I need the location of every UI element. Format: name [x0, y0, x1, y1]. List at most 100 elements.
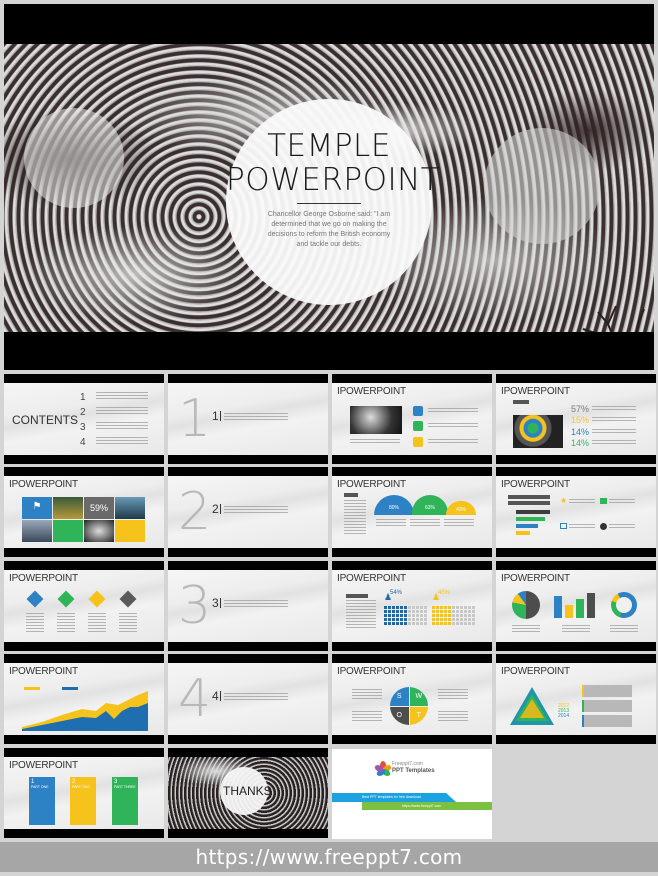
person-cell [416, 606, 419, 609]
donut-chart [611, 592, 637, 618]
slide-title: IPOWERPOINT [9, 666, 78, 677]
slide-title: IPOWERPOINT [501, 386, 570, 397]
person-cell [468, 622, 471, 625]
person-cell [408, 618, 411, 621]
slide-thumb-swot[interactable]: IPOWERPOINT S W O T [332, 654, 492, 744]
slide-thumb-area-chart[interactable]: IPOWERPOINT [4, 654, 164, 744]
person-cell [416, 614, 419, 617]
text-here-tag [344, 493, 358, 497]
area-chart [22, 691, 148, 731]
slide-thumb-map-stats[interactable]: IPOWERPOINT 57% 15% 14% 14% [496, 374, 656, 464]
slide-title: IPOWERPOINT [501, 479, 570, 490]
person-cell [408, 622, 411, 625]
people-grid-blue [384, 606, 427, 625]
slide-thumb-contents[interactable]: CONTENTS 1 2 3 4 [4, 374, 164, 464]
placeholder-text [224, 693, 288, 700]
percent-tile: 59% [84, 497, 114, 519]
person-cell [432, 622, 435, 625]
person-cell [420, 606, 423, 609]
pyramid-chart [510, 687, 554, 725]
person-cell [424, 618, 427, 621]
person-cell [400, 622, 403, 625]
slide-thumb-pyramid[interactable]: IPOWERPOINT 2012 2013 2014 [496, 654, 656, 744]
person-cell [396, 606, 399, 609]
slide-thumb-bars[interactable]: IPOWERPOINT ★ [496, 467, 656, 557]
person-cell [420, 618, 423, 621]
section-big-number: 2 [178, 482, 212, 542]
promo-slide[interactable]: Freeppt7.com PPT Templates Best PPT temp… [332, 749, 492, 839]
person-cell [416, 622, 419, 625]
person-cell [456, 606, 459, 609]
column-3 [576, 599, 584, 618]
person-cell [468, 614, 471, 617]
section-small-number: 2 [212, 502, 219, 516]
person-cell [432, 606, 435, 609]
person-cell [420, 610, 423, 613]
person-cell [404, 614, 407, 617]
url-banner[interactable]: https://www.freeppt7.com [362, 802, 492, 810]
mail-icon [413, 406, 423, 416]
year-label: 2014 [558, 713, 570, 719]
slide-thumb-section-3[interactable]: 3 3 [168, 561, 328, 651]
person-cell [388, 618, 391, 621]
part-card-2: 2 PART TWO [70, 777, 96, 825]
section-big-number: 4 [178, 669, 212, 729]
people-percent-2: 45% [438, 590, 451, 596]
template-preview: TEMPLE POWERPOINT Chancellor George Osbo… [0, 0, 658, 876]
person-cell [396, 614, 399, 617]
placeholder-text [119, 613, 137, 633]
slide-thumb-parts[interactable]: IPOWERPOINT 1 PART ONE 2 PART TWO 3 PART… [4, 748, 164, 838]
contents-numbers: 1 2 3 4 [80, 390, 86, 450]
footer-url-bar[interactable]: https://www.freeppt7.com [0, 842, 658, 872]
slide-thumb-diamonds[interactable]: IPOWERPOINT [4, 561, 164, 651]
hero-title-line2: POWERPOINT [226, 162, 441, 198]
stat-value: 15% [571, 415, 590, 425]
person-cell [468, 618, 471, 621]
thanks-title: THANKS [223, 784, 272, 798]
placeholder-text [96, 407, 148, 414]
people-percent-1: 54% [390, 590, 403, 596]
decorative-circle [24, 108, 124, 208]
slide-thumb-people-grid[interactable]: IPOWERPOINT ♟ 54% ♟ 45% [332, 561, 492, 651]
placeholder-text [352, 689, 382, 699]
title-slide-preview[interactable]: TEMPLE POWERPOINT Chancellor George Osbo… [4, 4, 654, 370]
person-cell [468, 606, 471, 609]
slide-thumb-semicircles[interactable]: IPOWERPOINT 80% 63% 43% [332, 467, 492, 557]
placeholder-text [376, 519, 406, 527]
slide-title: IPOWERPOINT [9, 479, 78, 490]
person-cell [448, 622, 451, 625]
slide-thumb-chart-trio[interactable]: IPOWERPOINT [496, 561, 656, 651]
person-cell [460, 622, 463, 625]
monitor-icon [560, 523, 567, 529]
person-cell [460, 614, 463, 617]
coast-photo [115, 497, 145, 519]
slide-thumb-services[interactable]: IPOWERPOINT [332, 374, 492, 464]
footer-url[interactable]: https://www.freeppt7.com [196, 845, 463, 869]
brand-name: Freeppt7.com [392, 761, 423, 767]
hero-bottom-bar [4, 332, 654, 370]
bar-2 [516, 517, 545, 521]
person-cell [412, 610, 415, 613]
person-cell [416, 618, 419, 621]
slide-thumb-thanks[interactable]: THANKS [168, 748, 328, 838]
placeholder-text [609, 499, 635, 505]
placeholder-text [512, 625, 540, 633]
slide-thumb-tiles[interactable]: IPOWERPOINT ⚑ 59% [4, 467, 164, 557]
placeholder-text [438, 689, 468, 699]
contents-item-1: 1 [80, 392, 86, 403]
slide-thumb-section-4[interactable]: 4 4 [168, 654, 328, 744]
mountain-photo [53, 497, 83, 519]
person-cell [392, 610, 395, 613]
hero-body-text: Chancellor George Osborne said: "I am de… [267, 211, 391, 248]
person-cell [408, 606, 411, 609]
section-small-number: 3 [212, 596, 219, 610]
slide-thumb-section-1[interactable]: 1 1 [168, 374, 328, 464]
placeholder-text [88, 613, 106, 633]
placeholder-text [26, 613, 44, 633]
person-cell [404, 610, 407, 613]
person-cell [452, 618, 455, 621]
person-cell [396, 622, 399, 625]
slide-thumb-section-2[interactable]: 2 2 [168, 467, 328, 557]
person-cell [396, 618, 399, 621]
semicircle-1: 80% [374, 495, 414, 515]
